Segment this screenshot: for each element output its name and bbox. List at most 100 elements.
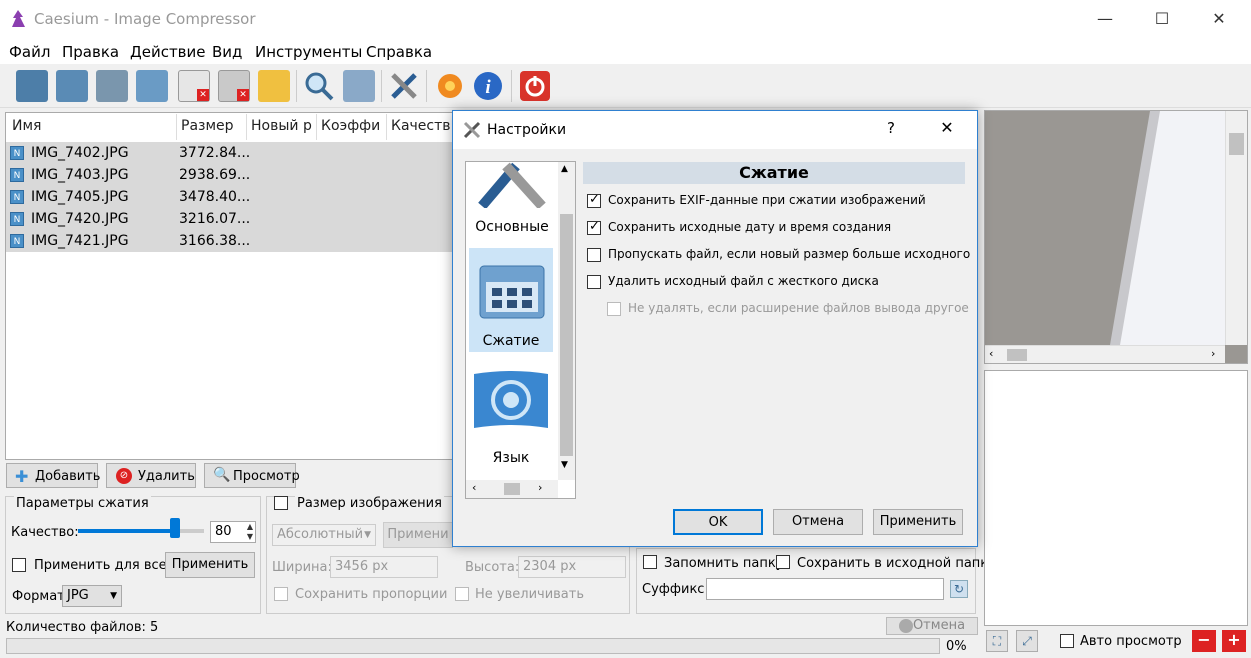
preview-button[interactable]: 🔍 Просмотр — [204, 463, 300, 488]
info-icon[interactable]: i — [472, 70, 504, 102]
suffix-input[interactable] — [706, 578, 944, 600]
chevron-right-icon[interactable]: › — [538, 481, 542, 494]
apply-compression-button[interactable]: Применить — [165, 552, 255, 578]
apply-all-checkbox[interactable] — [12, 558, 26, 572]
remove-icon[interactable]: ✕ — [178, 70, 210, 102]
chevron-left-icon[interactable]: ‹ — [989, 347, 993, 360]
chevron-down-icon[interactable]: ▼ — [561, 460, 568, 470]
column-quality[interactable]: Качеств — [391, 114, 451, 138]
skip-larger-checkbox[interactable] — [587, 248, 601, 262]
maximize-button[interactable]: ☐ — [1139, 0, 1185, 38]
nav-label-general: Основные — [475, 219, 549, 235]
expand-icon[interactable]: ⤢ — [1016, 630, 1038, 652]
tools-icon[interactable] — [388, 70, 420, 102]
menu-view[interactable]: Вид — [212, 43, 242, 61]
cancel-progress-button[interactable]: Отмена — [886, 617, 978, 635]
column-separator — [316, 114, 317, 140]
original-preview[interactable]: ‹ › — [984, 110, 1248, 364]
nav-item-general[interactable]: Основные — [466, 162, 558, 242]
app-logo-icon — [12, 10, 25, 27]
dialog-title: Настройки — [487, 122, 567, 138]
settings-nav-list[interactable]: Основные Сжатие Язык ▲ ▼ ‹ › — [465, 161, 576, 499]
file-name: IMG_7421.JPG — [31, 233, 129, 249]
column-name[interactable]: Имя — [12, 114, 41, 138]
compressed-preview[interactable] — [984, 370, 1248, 626]
dialog-help-button[interactable]: ? — [881, 119, 901, 137]
toolbar-separator — [511, 70, 512, 102]
keep-date-checkbox[interactable] — [587, 219, 601, 235]
scrollbar-thumb[interactable] — [560, 214, 573, 456]
column-new-size[interactable]: Новый р — [251, 114, 312, 138]
clean-icon[interactable] — [258, 70, 290, 102]
no-enlarge-checkbox[interactable] — [455, 587, 469, 601]
menu-action[interactable]: Действие — [130, 43, 206, 61]
scrollbar-thumb[interactable] — [504, 483, 520, 495]
file-size: 3772.84... — [179, 145, 251, 161]
nav-item-compression[interactable]: Сжатие — [469, 248, 553, 352]
resize-mode-select[interactable]: Абсолютный ▼ — [272, 524, 376, 546]
keep-ratio-checkbox[interactable] — [274, 587, 288, 601]
remember-folder-checkbox[interactable] — [643, 555, 657, 569]
format-select[interactable]: JPG ▼ — [62, 585, 122, 607]
column-size[interactable]: Размер — [181, 114, 234, 138]
save-in-source-label: Сохранить в исходной папке — [797, 556, 997, 571]
save-in-source-checkbox[interactable] — [776, 555, 790, 569]
image-file-icon: N — [10, 146, 24, 160]
horizontal-scrollbar[interactable]: ‹ › — [985, 345, 1225, 363]
quality-spinbox[interactable]: 80 ▲ ▼ — [210, 521, 256, 543]
chevron-up-icon[interactable]: ▲ — [561, 164, 568, 174]
compress-icon[interactable] — [434, 70, 466, 102]
refresh-icon[interactable]: ↻ — [950, 580, 968, 598]
add-button[interactable]: ✚ Добавить — [6, 463, 101, 488]
chevron-left-icon[interactable]: ‹ — [472, 481, 476, 494]
auto-preview-checkbox[interactable] — [1060, 634, 1074, 648]
menu-edit[interactable]: Правка — [62, 43, 119, 61]
height-spinbox[interactable]: 2304 px — [518, 556, 626, 578]
file-name: IMG_7405.JPG — [31, 189, 129, 205]
chevron-right-icon[interactable]: › — [1211, 347, 1215, 360]
quality-slider-thumb[interactable] — [170, 518, 180, 538]
search-icon[interactable] — [303, 70, 335, 102]
menu-tools[interactable]: Инструменты — [255, 43, 362, 61]
apply-button[interactable]: Применить — [873, 509, 963, 535]
save-icon[interactable] — [96, 70, 128, 102]
load-list-icon[interactable] — [136, 70, 168, 102]
menu-help[interactable]: Справка — [366, 43, 432, 61]
power-icon[interactable] — [519, 70, 551, 102]
horizontal-scrollbar[interactable]: ‹ › — [466, 480, 558, 498]
fit-icon[interactable]: ⛶ — [986, 630, 1008, 652]
scrollbar-thumb[interactable] — [1229, 133, 1244, 155]
scrollbar-thumb[interactable] — [1007, 349, 1027, 361]
spin-arrows-icon[interactable]: ▲ ▼ — [247, 522, 253, 542]
resize-checkbox[interactable] — [274, 496, 288, 510]
menu-file[interactable]: Файл — [9, 43, 50, 61]
zoom-in-icon[interactable]: + — [1222, 630, 1246, 652]
nav-item-language[interactable]: Язык — [469, 368, 553, 468]
keep-if-ext-differs-checkbox[interactable] — [607, 302, 621, 316]
plus-icon: ✚ — [15, 467, 29, 486]
column-ratio[interactable]: Коэффи — [321, 114, 380, 138]
nav-label-compression: Сжатие — [482, 333, 540, 349]
column-separator — [246, 114, 247, 140]
open-files-icon[interactable] — [16, 70, 48, 102]
delete-original-checkbox[interactable] — [587, 275, 601, 289]
resize-apply-button[interactable]: Примени — [383, 522, 453, 548]
remove-button[interactable]: ⊘ Удалить — [106, 463, 196, 488]
add-button-label: Добавить — [35, 469, 101, 484]
clear-list-icon[interactable]: ✕ — [218, 70, 250, 102]
minimize-button[interactable]: — — [1082, 0, 1128, 38]
keep-exif-checkbox[interactable] — [587, 192, 601, 208]
width-spinbox[interactable]: 3456 px — [330, 556, 438, 578]
dialog-close-button[interactable]: ✕ — [937, 118, 957, 137]
chevron-down-icon: ▼ — [110, 591, 117, 601]
open-folder-icon[interactable] — [56, 70, 88, 102]
auto-preview-label: Авто просмотр — [1080, 634, 1182, 649]
vertical-scrollbar[interactable]: ▲ ▼ — [558, 162, 575, 480]
zoom-out-icon[interactable]: − — [1192, 630, 1216, 652]
close-button[interactable]: ✕ — [1196, 0, 1242, 38]
ok-button[interactable]: OK — [673, 509, 763, 535]
vertical-scrollbar[interactable] — [1225, 111, 1247, 345]
file-name: IMG_7403.JPG — [31, 167, 129, 183]
preview-settings-icon[interactable] — [343, 70, 375, 102]
cancel-button[interactable]: Отмена — [773, 509, 863, 535]
